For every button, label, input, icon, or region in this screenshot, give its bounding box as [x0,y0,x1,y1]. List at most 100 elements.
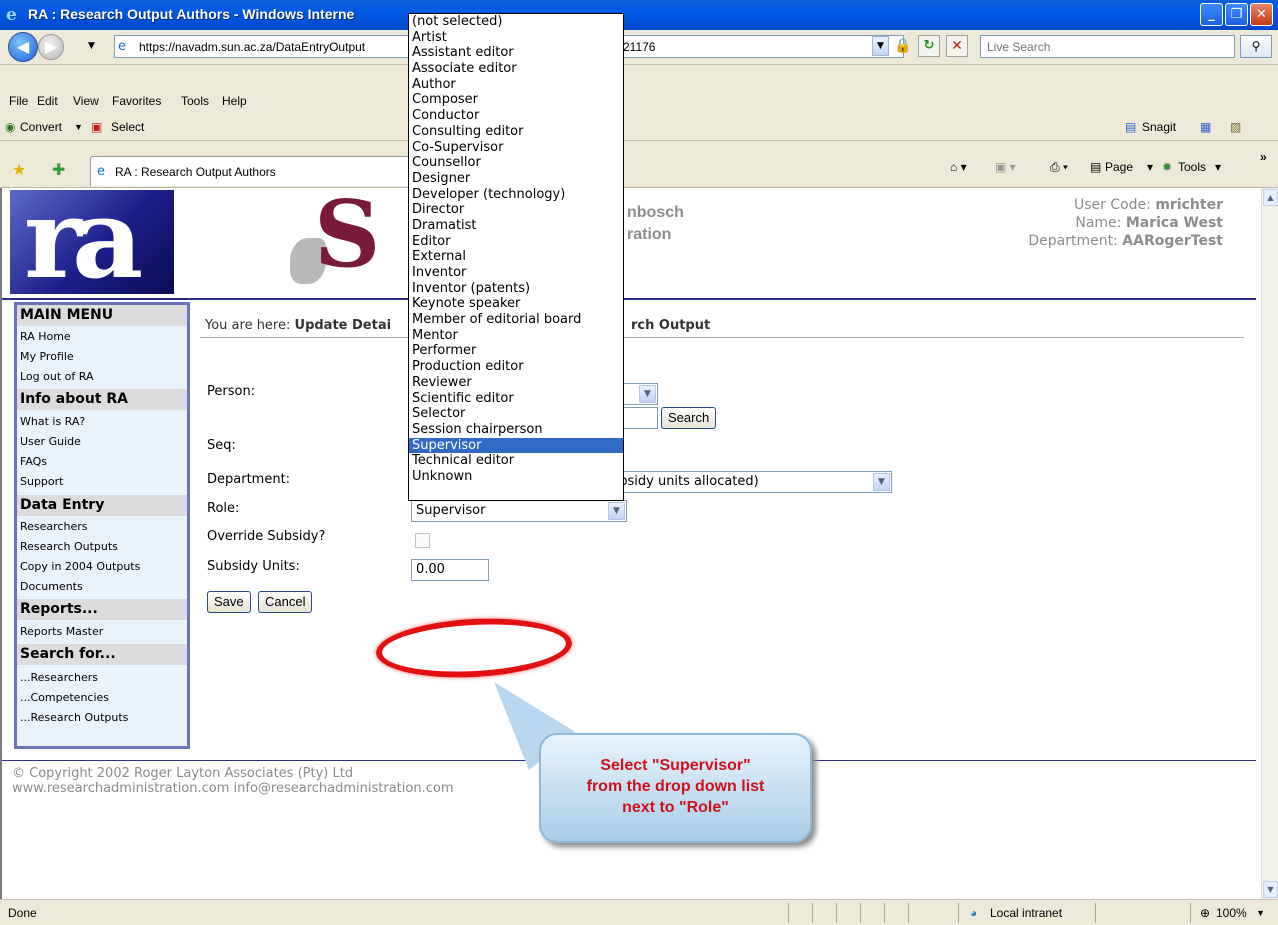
lock-icon[interactable]: 🔒 [894,36,912,56]
sidebar-item-researchers[interactable]: Researchers [20,520,87,533]
convert-button[interactable]: Convert [20,120,62,134]
live-search-input[interactable] [981,36,1234,57]
role-option[interactable]: Counsellor [409,155,623,171]
role-option[interactable]: Artist [409,30,623,46]
favorites-star-icon[interactable]: ★ [12,160,26,179]
scroll-up-icon[interactable]: ▲ [1263,189,1278,206]
vertical-scrollbar[interactable]: ▲ ▼ [1261,188,1278,899]
page-content: ra S nbosch ration User Code: mrichter N… [0,180,1278,899]
role-option[interactable]: Dramatist [409,218,623,234]
sidebar-item-research-outputs[interactable]: Research Outputs [20,540,118,553]
menu-edit[interactable]: Edit [37,94,58,108]
sidebar-item-support[interactable]: Support [20,475,63,488]
feeds-icon[interactable]: ▣ ▾ [995,160,1016,174]
home-icon[interactable]: ⌂ ▾ [950,160,967,174]
search-icon[interactable]: ⚲ [1240,35,1272,58]
snagit-editor-icon[interactable]: ▨ [1230,120,1241,134]
role-option[interactable]: External [409,249,623,265]
menu-file[interactable]: File [9,94,28,108]
sidebar-item-reports-master[interactable]: Reports Master [20,625,103,638]
tools-menu[interactable]: Tools [1178,160,1206,174]
live-search-box[interactable] [980,35,1235,58]
forward-button[interactable]: ▶ [38,34,64,60]
role-option[interactable]: Director [409,202,623,218]
snagit-capture-icon[interactable]: ▦ [1200,120,1211,134]
minimize-button[interactable]: _ [1200,3,1223,26]
refresh-button[interactable]: ↻ [918,35,940,57]
scroll-down-icon[interactable]: ▼ [1263,881,1278,898]
role-option[interactable]: Inventor (patents) [409,281,623,297]
role-option[interactable]: Member of editorial board [409,312,623,328]
role-option[interactable]: Author [409,77,623,93]
role-option[interactable]: Performer [409,343,623,359]
sidebar-item-log-out[interactable]: Log out of RA [20,370,93,383]
search-button[interactable]: Search [661,407,717,429]
sidebar-item-documents[interactable]: Documents [20,580,83,593]
role-option[interactable]: Composer [409,92,623,108]
sidebar-item-user-guide[interactable]: User Guide [20,435,81,448]
role-option[interactable]: Technical editor [409,453,623,469]
back-button[interactable]: ◀ [8,32,38,62]
history-dropdown-icon[interactable]: ▼ [88,41,95,51]
page-dropdown-icon[interactable]: ▾ [1147,160,1153,174]
chevron-down-icon[interactable]: ▼ [873,473,890,491]
role-option[interactable]: Keynote speaker [409,296,623,312]
sidebar-item-faqs[interactable]: FAQs [20,455,47,468]
role-dropdown-list[interactable]: (not selected) Artist Assistant editor Asso… [408,13,624,501]
role-option[interactable]: Associate editor [409,61,623,77]
role-option[interactable]: Editor [409,234,623,250]
stop-button[interactable]: ✕ [946,35,968,57]
role-option[interactable]: Selector [409,406,623,422]
add-favorite-icon[interactable]: ✚ [52,160,65,179]
print-icon[interactable]: ⎙ ▾ [1050,160,1068,175]
page-menu[interactable]: Page [1105,160,1133,174]
role-option[interactable]: Assistant editor [409,45,623,61]
select-button[interactable]: Select [111,120,144,134]
subsidy-units-input[interactable]: 0.00 [411,559,489,581]
menu-help[interactable]: Help [222,94,247,108]
maximize-button[interactable]: ❐ [1225,3,1248,26]
footer-links[interactable]: www.researchadministration.com info@rese… [12,781,453,796]
zoom-level[interactable]: 100% [1216,906,1247,920]
sidebar-item-search-competencies[interactable]: ...Competencies [20,691,109,704]
convert-dropdown-icon[interactable]: ▼ [74,122,83,132]
address-url-tail[interactable]: 21176 [623,40,655,54]
snagit-button[interactable]: Snagit [1142,120,1176,134]
role-option[interactable]: Session chairperson [409,422,623,438]
role-option[interactable]: (not selected) [409,14,623,30]
chevron-down-icon[interactable]: ▼ [639,385,656,403]
role-select[interactable]: Supervisor ▼ [411,500,627,522]
address-dropdown-button[interactable]: ▼ [872,36,889,56]
role-option[interactable]: Conductor [409,108,623,124]
role-option[interactable]: Developer (technology) [409,187,623,203]
chevron-down-icon[interactable]: ▼ [608,502,625,520]
role-option[interactable]: Unknown [409,469,623,485]
menu-tools[interactable]: Tools [181,94,209,108]
save-button[interactable]: Save [207,591,251,613]
sidebar-item-ra-home[interactable]: RA Home [20,330,71,343]
department-select[interactable]: ubsidy units allocated) ▼ [606,471,892,493]
cancel-button[interactable]: Cancel [258,591,313,613]
menu-view[interactable]: View [73,94,99,108]
address-url[interactable]: https://navadm.sun.ac.za/DataEntryOutput [139,40,365,54]
role-option[interactable]: Inventor [409,265,623,281]
role-option[interactable]: Reviewer [409,375,623,391]
role-option[interactable]: Co-Supervisor [409,140,623,156]
chevron-more-icon[interactable]: » [1260,150,1267,164]
sidebar-item-search-research-outputs[interactable]: ...Research Outputs [20,711,128,724]
sidebar-item-what-is-ra[interactable]: What is RA? [20,415,85,428]
role-option[interactable]: Scientific editor [409,391,623,407]
zoom-dropdown-icon[interactable]: ▼ [1256,908,1265,918]
role-option[interactable]: Consulting editor [409,124,623,140]
sidebar-item-search-researchers[interactable]: ...Researchers [20,671,98,684]
tools-dropdown-icon[interactable]: ▾ [1215,160,1221,174]
menu-favorites[interactable]: Favorites [112,94,161,108]
role-option[interactable]: Designer [409,171,623,187]
close-button[interactable]: ✕ [1250,3,1273,26]
role-option[interactable]: Supervisor [409,437,623,454]
sidebar-item-my-profile[interactable]: My Profile [20,350,74,363]
override-subsidy-checkbox[interactable] [415,533,430,548]
role-option[interactable]: Production editor [409,359,623,375]
sidebar-item-copy-2004[interactable]: Copy in 2004 Outputs [20,560,140,573]
role-option[interactable]: Mentor [409,328,623,344]
